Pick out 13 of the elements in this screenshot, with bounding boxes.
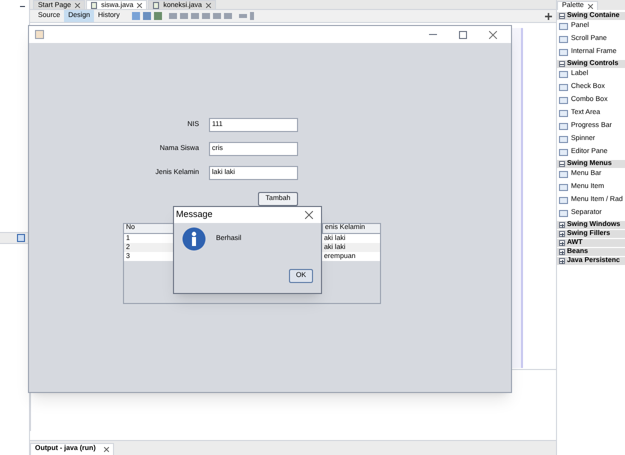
window-icon[interactable] — [17, 234, 25, 242]
close-icon[interactable] — [489, 30, 497, 38]
close-icon[interactable] — [206, 2, 211, 8]
close-icon[interactable] — [137, 2, 142, 8]
close-icon[interactable] — [75, 2, 80, 8]
close-icon[interactable] — [104, 447, 109, 452]
close-icon[interactable] — [588, 4, 593, 8]
close-icon[interactable] — [305, 211, 313, 219]
add-icon[interactable] — [545, 12, 552, 20]
dialog-title: Message — [176, 208, 213, 222]
toolbar-icons[interactable] — [132, 12, 254, 20]
maximize-icon[interactable] — [459, 30, 467, 38]
info-icon — [182, 227, 206, 251]
